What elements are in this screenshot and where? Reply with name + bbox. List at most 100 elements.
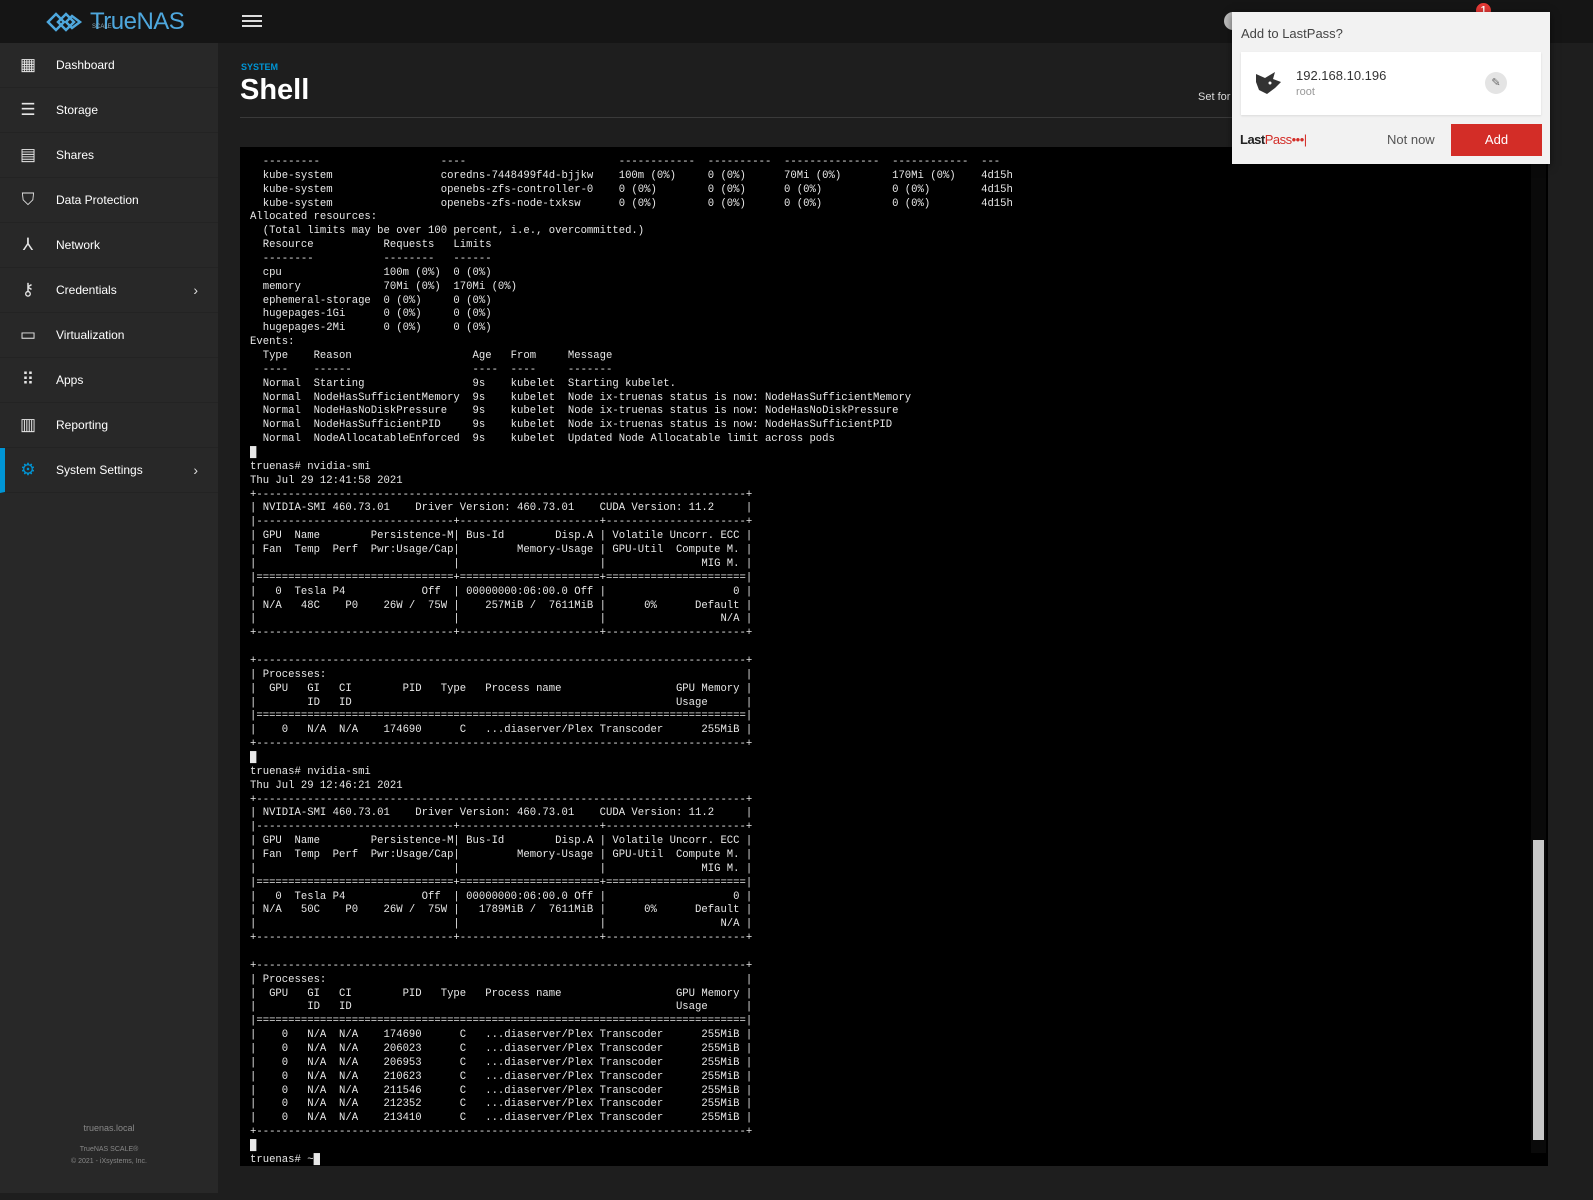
- terminal-line: | NVIDIA-SMI 460.73.01 Driver Version: 4…: [250, 502, 753, 515]
- terminal-line: | 0 N/A N/A 211546 C ...diaserver/Plex T…: [250, 1084, 753, 1097]
- gear-icon: ⚙: [20, 460, 36, 479]
- terminal-line: --------- ---- ------------ ---------- -…: [250, 156, 1001, 168]
- add-button[interactable]: Add: [1451, 124, 1542, 156]
- copyright: © 2021 - iXsystems, Inc.: [71, 1158, 147, 1165]
- terminal-line: Thu Jul 29 12:46:21 2021: [250, 779, 403, 792]
- lastpass-title: Add to LastPass?: [1241, 26, 1343, 41]
- sidebar-item-data-protection[interactable]: ⛉ Data Protection: [0, 178, 218, 223]
- shell-terminal[interactable]: --------- ---- ------------ ---------- -…: [240, 147, 1548, 1166]
- terminal-line: | ID ID Usage |: [250, 696, 753, 709]
- terminal-line: | NVIDIA-SMI 460.73.01 Driver Version: 4…: [250, 807, 753, 820]
- terminal-line: |===============================+=======…: [250, 876, 753, 889]
- sidebar-item-label: Reporting: [56, 418, 109, 432]
- terminal-line: |===============================+=======…: [250, 571, 753, 584]
- terminal-line: Normal NodeHasNoDiskPressure 9s kubelet …: [250, 405, 899, 418]
- shares-icon: ▤: [19, 145, 37, 164]
- page-title: Shell: [240, 74, 310, 106]
- terminal-line: +-------------------------------+-------…: [250, 932, 753, 945]
- terminal-line: █: [250, 751, 257, 764]
- terminal-line: | | | N/A |: [250, 613, 753, 626]
- sidebar-item-apps[interactable]: ⠿ Apps: [0, 358, 218, 403]
- terminal-line: █: [250, 447, 257, 460]
- site-avatar-icon: [1256, 72, 1281, 94]
- terminal-line: kube-system coredns-7448499f4d-bjjkw 100…: [250, 169, 1013, 182]
- terminal-line: | N/A 50C P0 26W / 75W | 1789MiB / 7611M…: [250, 904, 753, 917]
- sidebar-item-shares[interactable]: ▤ Shares: [0, 133, 218, 178]
- lastpass-credential-card[interactable]: 192.168.10.196 root ✎: [1241, 52, 1541, 115]
- terminal-line: | Processes: |: [250, 668, 753, 681]
- hamburger-menu-button[interactable]: [242, 12, 262, 30]
- sidebar-item-virtualization[interactable]: ▭ Virtualization: [0, 313, 218, 358]
- terminal-line: memory 70Mi (0%) 170Mi (0%): [250, 280, 518, 293]
- not-now-button[interactable]: Not now: [1387, 132, 1435, 147]
- terminal-line: | 0 N/A N/A 213410 C ...diaserver/Plex T…: [250, 1112, 753, 1125]
- key-icon: ⚷: [21, 280, 35, 299]
- sidebar-item-label: System Settings: [56, 463, 143, 477]
- terminal-line: | | | N/A |: [250, 918, 753, 931]
- site-username: root: [1296, 86, 1315, 98]
- logo-subtitle: SCALE: [92, 24, 112, 30]
- shield-icon: ⛉: [21, 190, 35, 209]
- terminal-line: █: [250, 1140, 257, 1153]
- scrollbar-thumb[interactable]: [1533, 840, 1544, 1140]
- terminal-line: cpu 100m (0%) 0 (0%): [250, 266, 492, 279]
- sidebar-item-dashboard[interactable]: ▦ Dashboard: [0, 43, 218, 88]
- sidebar-item-storage[interactable]: ☰ Storage: [0, 88, 218, 133]
- terminal-line: | 0 Tesla P4 Off | 00000000:06:00.0 Off …: [250, 890, 753, 903]
- terminal-line: | Fan Temp Perf Pwr:Usage/Cap| Memory-Us…: [250, 544, 753, 557]
- terminal-line: +---------------------------------------…: [250, 959, 753, 972]
- terminal-line: Allocated resources:: [250, 211, 378, 224]
- terminal-line: Normal NodeHasSufficientPID 9s kubelet N…: [250, 419, 893, 432]
- terminal-line: | 0 N/A N/A 174690 C ...diaserver/Plex T…: [250, 1029, 753, 1042]
- sidebar-item-credentials[interactable]: ⚷ Credentials ›: [0, 268, 218, 313]
- terminal-line: +-------------------------------+-------…: [250, 627, 753, 640]
- terminal-line: | GPU GI CI PID Type Process name GPU Me…: [250, 682, 753, 695]
- sidebar-item-system-settings[interactable]: ⚙ System Settings ›: [0, 448, 218, 493]
- terminal-line: |-------------------------------+-------…: [250, 821, 753, 834]
- sidebar: ▦ Dashboard ☰ Storage ▤ Shares ⛉ Data Protectio…: [0, 43, 218, 1193]
- terminal-line: | ID ID Usage |: [250, 1001, 753, 1014]
- terminal-line: Normal NodeHasSufficientMemory 9s kubele…: [250, 391, 912, 404]
- storage-icon: ☰: [20, 100, 36, 119]
- terminal-line: +---------------------------------------…: [250, 738, 753, 751]
- set-font-size-label: Set for: [1198, 91, 1231, 103]
- lastpass-logo-pass: Pass•••|: [1264, 132, 1307, 147]
- terminal-line: | N/A 48C P0 26W / 75W | 257MiB / 7611Mi…: [250, 599, 753, 612]
- sidebar-item-label: Virtualization: [56, 328, 125, 342]
- terminal-line: | GPU GI CI PID Type Process name GPU Me…: [250, 987, 753, 1000]
- terminal-line: +---------------------------------------…: [250, 488, 753, 501]
- sidebar-item-network[interactable]: ⅄ Network: [0, 223, 218, 268]
- terminal-line: kube-system openebs-zfs-node-txksw 0 (0%…: [250, 197, 1013, 210]
- terminal-line: | Fan Temp Perf Pwr:Usage/Cap| Memory-Us…: [250, 848, 753, 861]
- breadcrumb[interactable]: SYSTEM: [241, 62, 278, 72]
- lastpass-popup: Add to LastPass? 192.168.10.196 root ✎ L…: [1232, 12, 1550, 164]
- terminal-line: +---------------------------------------…: [250, 1126, 753, 1139]
- terminal-line: -------- -------- ------: [250, 253, 492, 266]
- terminal-line: truenas# nvidia-smi: [250, 765, 371, 778]
- truenas-logo[interactable]: TrueNAS: [44, 8, 185, 36]
- sidebar-item-label: Network: [56, 238, 101, 252]
- terminal-line: | | | MIG M. |: [250, 557, 753, 570]
- sidebar-item-label: Data Protection: [56, 193, 139, 207]
- terminal-line: Normal Starting 9s kubelet Starting kube…: [250, 377, 676, 390]
- sidebar-item-label: Storage: [56, 103, 99, 117]
- edit-pencil-icon[interactable]: ✎: [1485, 72, 1507, 94]
- terminal-line: Thu Jul 29 12:41:58 2021: [250, 474, 403, 487]
- terminal-line: hugepages-2Mi 0 (0%) 0 (0%): [250, 322, 492, 335]
- terminal-line: | Processes: |: [250, 973, 753, 986]
- sidebar-item-reporting[interactable]: ▥ Reporting: [0, 403, 218, 448]
- terminal-line: hugepages-1Gi 0 (0%) 0 (0%): [250, 308, 492, 321]
- terminal-line: |=======================================…: [250, 710, 753, 723]
- site-address: 192.168.10.196: [1296, 68, 1387, 83]
- terminal-line: | GPU Name Persistence-M| Bus-Id Disp.A …: [250, 835, 753, 848]
- terminal-line: | 0 N/A N/A 210623 C ...diaserver/Plex T…: [250, 1070, 753, 1083]
- terminal-line: | 0 N/A N/A 212352 C ...diaserver/Plex T…: [250, 1098, 753, 1111]
- truenas-logo-icon: [46, 12, 83, 32]
- terminal-line: +---------------------------------------…: [250, 654, 753, 667]
- terminal-line: kube-system openebs-zfs-controller-0 0 (…: [250, 183, 1013, 196]
- reporting-icon: ▥: [19, 415, 37, 434]
- terminal-line: | | | MIG M. |: [250, 862, 753, 875]
- terminal-scrollbar[interactable]: [1531, 147, 1546, 1153]
